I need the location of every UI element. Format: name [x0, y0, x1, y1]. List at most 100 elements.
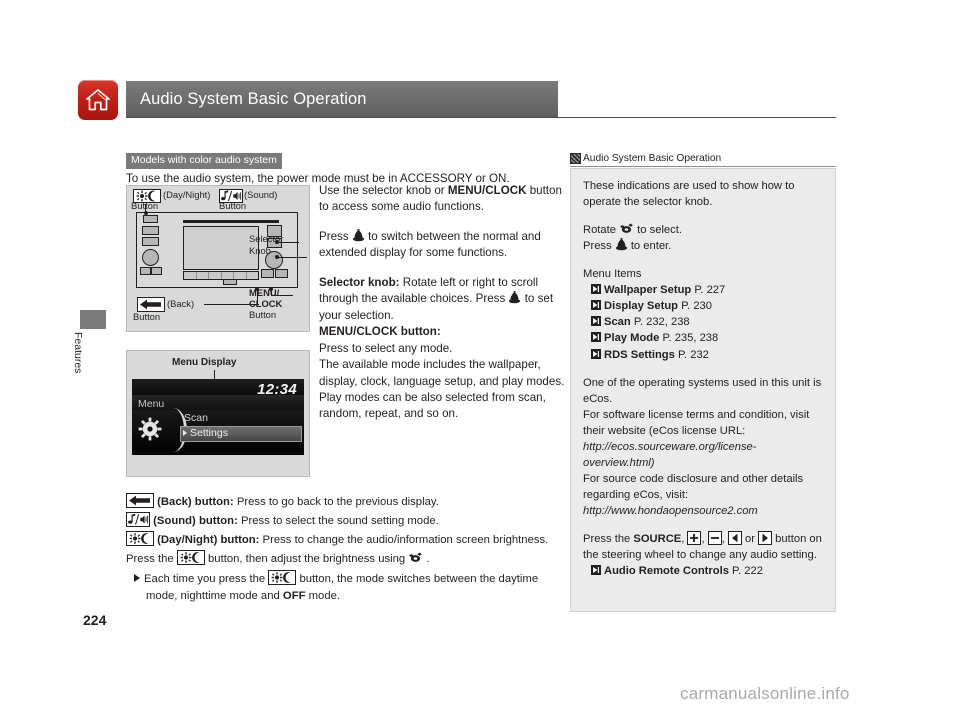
page-title-bar: Audio System Basic Operation [126, 81, 558, 117]
jump-arrow-icon [591, 300, 601, 311]
head-unit-preset-row [183, 271, 259, 280]
menuclock-label-3: Button [249, 309, 277, 320]
knob-press-icon-2 [508, 291, 521, 305]
daynight-legend-text: (Day/Night) [163, 189, 211, 200]
note-sound-text: Press to select the sound setting mode. [237, 515, 439, 528]
leader-line-selector-knob [277, 257, 307, 259]
main-content: Models with color audio system To use th… [126, 150, 566, 602]
models-banner: Models with color audio system [126, 152, 282, 169]
paragraph-menuclock-label: MENU/CLOCK button: [319, 324, 567, 340]
sidebar-rotate-line: Rotate to select. [583, 222, 825, 238]
plus-button-icon [687, 530, 702, 545]
sidebar-menu-items-title: Menu Items [583, 268, 642, 281]
daynight-button-icon [268, 569, 297, 585]
note-daynight-button: (Day/Night) button: Press to change the … [126, 531, 568, 549]
figure-head-unit: (Day/Night) Button (Sound) Button [126, 185, 310, 332]
site-watermark: carmanualsonline.info [680, 684, 850, 703]
back-button-icon [137, 297, 165, 312]
paragraph-available-modes: The available mode includes the wallpape… [319, 358, 565, 421]
home-icon[interactable] [78, 80, 118, 120]
paragraph-selector-knob: Selector knob: Rotate left or right to s… [319, 275, 567, 324]
note-sub-part-a: Each time you press the [144, 572, 269, 585]
link-page: P. 227 [694, 284, 726, 297]
sidebar-steering-line: Press the SOURCE, , , or button on the s… [583, 530, 825, 563]
knob-rotate-icon [408, 552, 423, 565]
section-tab-label: Features [72, 332, 84, 374]
note-back-button: (Back) button: Press to go back to the p… [126, 493, 568, 511]
reference-marker-icon [570, 152, 581, 164]
sidebar-link-wallpaper-setup[interactable]: Wallpaper Setup P. 227 [583, 282, 825, 298]
paragraph-menuclock-text: Press to select any mode. [319, 341, 453, 355]
note-sound-button: (Sound) button: Press to select the soun… [126, 512, 568, 530]
sidebar-link-rds-settings[interactable]: RDS Settings P. 232 [583, 347, 825, 363]
daynight-button-icon [126, 531, 154, 547]
head-unit-eject-key [223, 279, 237, 285]
sidebar-header: Audio System Basic Operation [570, 151, 836, 167]
head-unit-top-bar [183, 220, 279, 223]
jump-arrow-icon [591, 348, 601, 359]
press-part-a: Press [583, 240, 615, 253]
right-arrow-button-icon [758, 530, 773, 545]
daynight-button-icon [176, 550, 205, 566]
knob-press-icon [352, 228, 365, 243]
link-label: Scan [604, 316, 631, 329]
sidebar-ecos-p3: For source code disclosure and other det… [583, 472, 804, 501]
menu-label: Menu [138, 398, 165, 410]
sidebar-link-scan[interactable]: Scan P. 232, 238 [583, 314, 825, 330]
back-legend-button-word: Button [133, 311, 161, 322]
sidebar-link-play-mode[interactable]: Play Mode P. 235, 238 [583, 330, 825, 346]
note-sub-off: OFF [282, 589, 306, 602]
head-unit-screen [183, 226, 259, 270]
note-back-label: (Back) button: [157, 496, 234, 508]
link-label: Play Mode [604, 332, 660, 345]
sidebar-ecos-url1[interactable]: http://ecos.sourceware.org/license-overv… [583, 439, 825, 471]
p2-part-a: Press [319, 229, 352, 243]
head-unit-key-c [140, 267, 151, 275]
rotate-part-b: to select. [634, 224, 682, 237]
menuclock-label-2: CLOCK [249, 298, 283, 309]
link-page: P. 222 [732, 564, 763, 577]
p1-part-a: Use the selector knob or [319, 184, 448, 197]
paragraph-selector-intro: Use the selector knob or MENU/CLOCK butt… [319, 183, 567, 216]
sidebar-intro: These indications are used to show how t… [583, 180, 795, 209]
rotate-part-a: Rotate [583, 224, 620, 237]
press-part-b: to enter. [627, 240, 672, 253]
menu-item-settings[interactable]: Settings [180, 426, 302, 442]
section-tab-marker [80, 310, 106, 329]
jump-arrow-icon [591, 316, 601, 327]
sidebar-press-line: Press to enter. [583, 238, 825, 254]
bottom-notes: (Back) button: Press to go back to the p… [126, 493, 568, 606]
leader-line-daynight [145, 204, 147, 212]
gear-icon [138, 417, 162, 441]
note-sub-part-c: mode. [305, 589, 341, 602]
link-page: P. 235, 238 [662, 332, 719, 345]
note-brightness-part-c: . [423, 553, 430, 566]
knob-press-icon [615, 238, 628, 252]
jump-arrow-icon [591, 564, 601, 575]
head-unit-key-b [142, 237, 159, 246]
sidebar-link-display-setup[interactable]: Display Setup P. 230 [583, 298, 825, 314]
page-title: Audio System Basic Operation [140, 89, 367, 108]
sidebar-link-audio-remote-controls[interactable]: Audio Remote Controls P. 222 [583, 563, 825, 579]
sound-legend-text: (Sound) [244, 189, 278, 200]
link-page: P. 232, 238 [633, 316, 690, 329]
head-unit-illustration [136, 212, 298, 288]
menu-item-scan[interactable]: Scan [184, 412, 208, 424]
back-legend-text: (Back) [167, 298, 195, 309]
jump-arrow-icon [591, 332, 601, 343]
menu-item-settings-label: Settings [190, 427, 228, 439]
note-daynight-label: (Day/Night) button: [157, 534, 260, 547]
steering-part-a: Press the [583, 532, 634, 545]
jump-arrow-icon [591, 284, 601, 295]
page-number: 224 [83, 612, 107, 628]
link-label: Audio Remote Controls [604, 564, 729, 577]
link-page: P. 232 [677, 348, 709, 361]
head-unit-volume-knob [142, 249, 159, 266]
sidebar-ecos-url2[interactable]: http://www.hondaopensource2.com [583, 503, 825, 519]
knob-rotate-icon [619, 223, 634, 236]
selector-knob-label-1: Selector [249, 233, 284, 244]
selection-caret-icon [183, 430, 187, 436]
header-divider [126, 117, 836, 118]
menu-display-caption: Menu Display [172, 357, 237, 368]
note-brightness-part-b: button, then adjust the brightness using [204, 553, 409, 566]
